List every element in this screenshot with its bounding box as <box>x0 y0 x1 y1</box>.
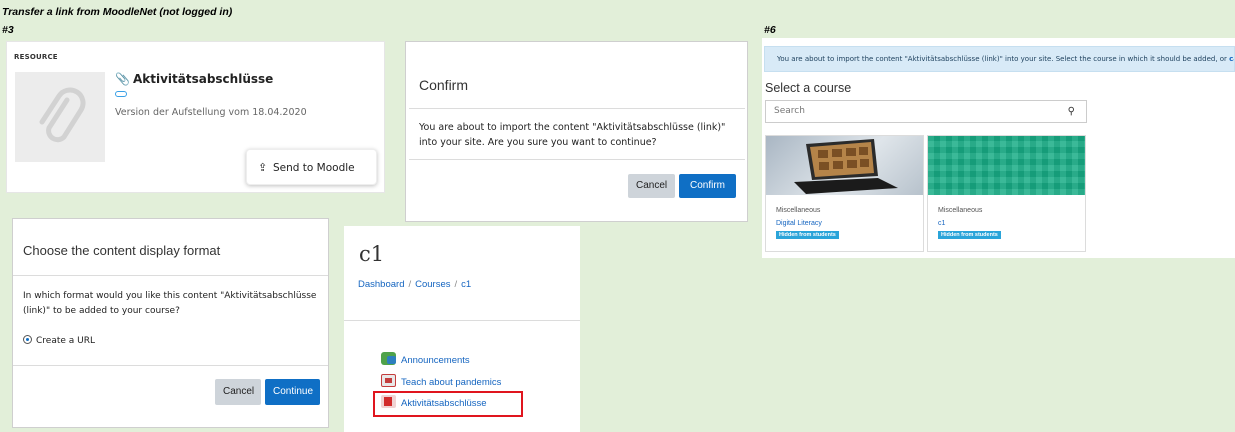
course-page-title: c1 <box>359 242 385 266</box>
activity-announcements[interactable]: Announcements <box>381 352 470 366</box>
create-url-option[interactable]: Create a URL <box>23 335 95 346</box>
main-caption: Transfer a link from MoodleNet (not logg… <box>2 6 233 18</box>
activity-label: Teach about pandemics <box>401 377 502 388</box>
resource-tag-pill <box>115 91 127 97</box>
course-search-input[interactable]: Search ⚲ <box>765 100 1087 123</box>
course-name-link[interactable]: c1 <box>938 220 945 227</box>
format-dialog: Choose the content display format In whi… <box>12 218 329 428</box>
create-url-label: Create a URL <box>36 336 95 346</box>
course-image-laptop <box>766 136 923 195</box>
course-image-pattern <box>928 136 1085 195</box>
send-to-moodle-button[interactable]: ⇪ Send to Moodle <box>246 149 377 185</box>
course-category: Miscellaneous <box>938 207 983 214</box>
confirm-button[interactable]: Confirm <box>679 174 736 198</box>
search-placeholder: Search <box>774 106 805 116</box>
course-card[interactable]: Miscellaneous c1 Hidden from students <box>927 135 1086 252</box>
confirm-dialog: Confirm You are about to import the cont… <box>405 41 748 222</box>
course-card[interactable]: Miscellaneous Digital Literacy Hidden fr… <box>765 135 924 252</box>
select-course-page: You are about to import the content "Akt… <box>762 38 1235 258</box>
confirm-dialog-title: Confirm <box>419 77 469 93</box>
breadcrumb-dashboard[interactable]: Dashboard <box>358 279 404 290</box>
cancel-button[interactable]: Cancel <box>628 174 675 198</box>
resource-kicker: RESOURCE <box>14 53 58 61</box>
hidden-badge: Hidden from students <box>938 231 1001 239</box>
breadcrumb-courses[interactable]: Courses <box>415 279 450 290</box>
format-dialog-title: Choose the content display format <box>23 243 221 258</box>
paperclip-icon: 📎 <box>115 72 130 86</box>
laptop-image <box>794 139 898 194</box>
resource-thumbnail <box>15 72 105 162</box>
cancel-button[interactable]: Cancel <box>215 379 261 405</box>
resource-title-text: Aktivitätsabschlüsse <box>132 72 274 86</box>
divider <box>409 108 745 109</box>
step-6-caption: #6 <box>764 24 776 36</box>
course-page: c1 Dashboard / Courses / c1 Announcements Te… <box>344 226 580 432</box>
format-dialog-question: In which format would you like this cont… <box>23 291 317 316</box>
breadcrumb-course[interactable]: c1 <box>461 279 471 290</box>
divider <box>13 365 328 366</box>
resource-version: Version der Aufstellung vom 18.04.2020 <box>115 107 307 118</box>
select-course-title: Select a course <box>765 81 852 95</box>
import-alert: You are about to import the content "Akt… <box>764 46 1235 72</box>
resource-icon <box>381 374 396 387</box>
resource-card: RESOURCE 📎 Aktivitätsabschlüsse Version d… <box>6 41 385 193</box>
breadcrumb-separator: / <box>408 279 412 290</box>
divider <box>344 320 580 321</box>
breadcrumb: Dashboard / Courses / c1 <box>358 279 471 290</box>
radio-button-selected[interactable] <box>23 335 32 344</box>
course-name-link[interactable]: Digital Literacy <box>776 220 822 227</box>
search-icon[interactable]: ⚲ <box>1068 101 1075 122</box>
highlight-box <box>373 391 523 417</box>
course-category: Miscellaneous <box>776 207 821 214</box>
continue-button[interactable]: Continue <box>265 379 320 405</box>
paperclip-icon <box>39 87 86 143</box>
import-alert-text: You are about to import the content "Akt… <box>777 55 1227 63</box>
breadcrumb-separator: / <box>454 279 458 290</box>
alert-cancel-link[interactable]: cancel <box>1229 55 1234 63</box>
step-3-caption: #3 <box>2 24 14 36</box>
hidden-badge: Hidden from students <box>776 231 839 239</box>
confirm-dialog-body: You are about to import the content "Akt… <box>419 122 726 148</box>
activity-label: Announcements <box>401 355 470 366</box>
send-to-moodle-label: Send to Moodle <box>273 162 355 174</box>
activity-teach-about-pandemics[interactable]: Teach about pandemics <box>381 374 501 388</box>
divider <box>409 159 745 160</box>
share-icon: ⇪ <box>258 161 268 174</box>
forum-icon <box>381 352 396 365</box>
divider <box>13 275 328 276</box>
resource-title: 📎 Aktivitätsabschlüsse <box>115 72 273 86</box>
